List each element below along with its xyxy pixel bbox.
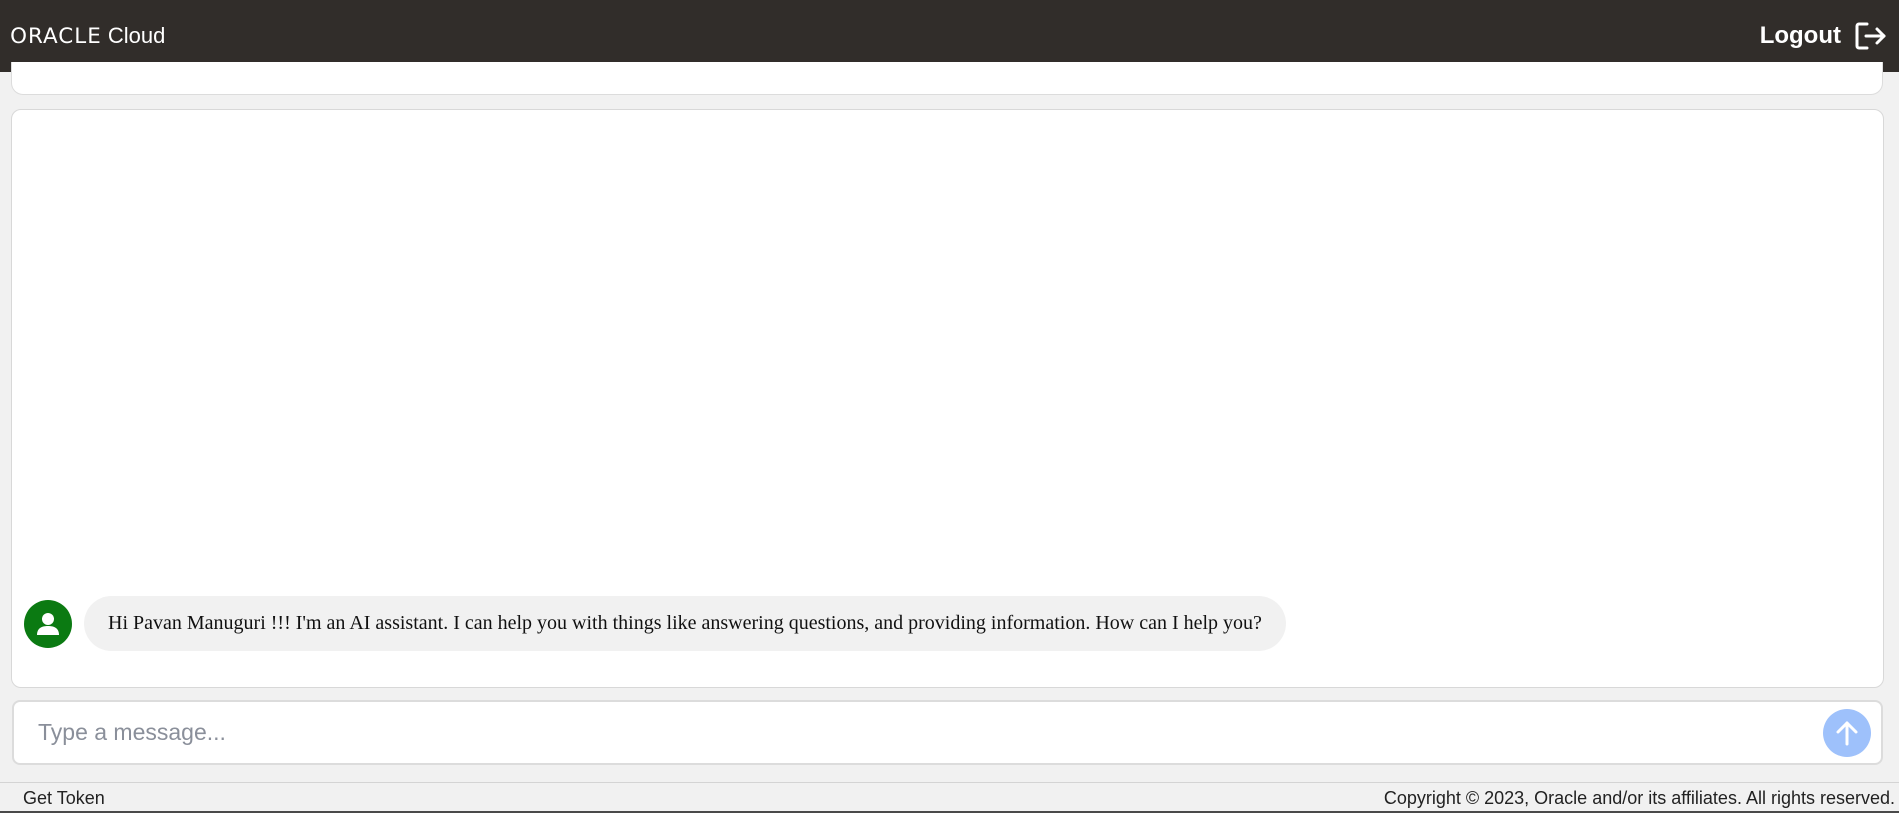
- message-input[interactable]: [14, 701, 1823, 764]
- arrow-up-icon: [1836, 721, 1858, 745]
- oracle-cloud-logo[interactable]: ORACLE Cloud: [10, 23, 166, 49]
- user-avatar-icon: [24, 599, 72, 648]
- brand-cloud-text: Cloud: [107, 23, 166, 48]
- copyright-text: Copyright © 2023, Oracle and/or its affi…: [1383, 787, 1895, 808]
- message-composer: [12, 700, 1883, 765]
- chat-message-panel: Hi Pavan Manuguri !!! I'm an AI assistan…: [11, 109, 1884, 688]
- message-bubble: Hi Pavan Manuguri !!! I'm an AI assistan…: [84, 596, 1286, 651]
- logout-arrow-icon: [1855, 21, 1887, 51]
- logout-button[interactable]: Logout: [1760, 21, 1887, 51]
- send-button[interactable]: [1823, 708, 1871, 757]
- app-footer: Get Token Copyright © 2023, Oracle and/o…: [0, 782, 1899, 813]
- get-token-link[interactable]: Get Token: [23, 788, 105, 809]
- top-panel: [11, 62, 1883, 95]
- message-text: Hi Pavan Manuguri !!! I'm an AI assistan…: [108, 612, 1262, 634]
- brand-oracle-text: ORACLE: [10, 24, 102, 48]
- logout-label: Logout: [1759, 22, 1841, 49]
- assistant-message: Hi Pavan Manuguri !!! I'm an AI assistan…: [24, 596, 1286, 651]
